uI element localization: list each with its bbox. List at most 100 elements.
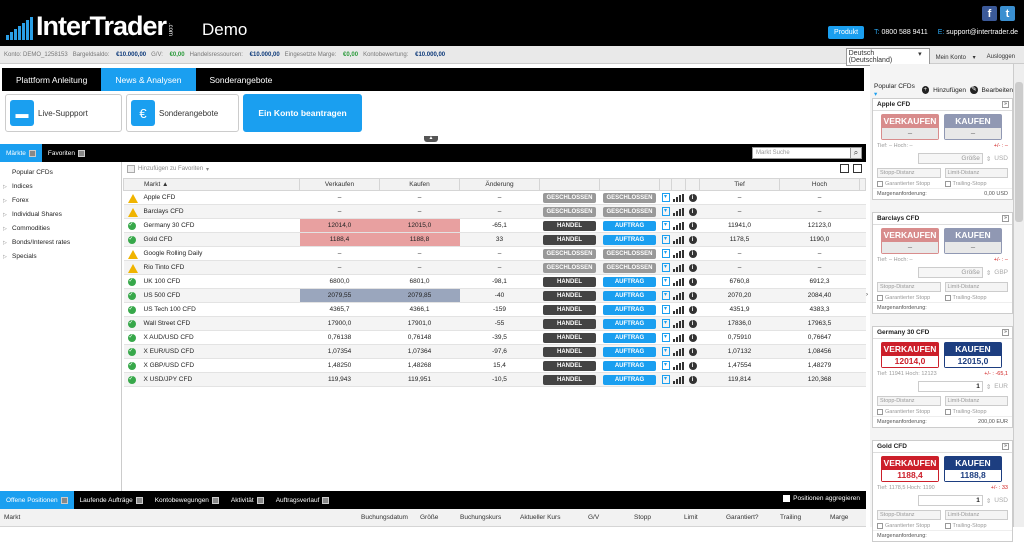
stepper-icon[interactable]: ⇕ <box>986 155 991 163</box>
chart-icon[interactable] <box>673 263 684 272</box>
market-name[interactable]: US 500 CFD <box>123 288 300 303</box>
info-icon[interactable]: i <box>688 263 697 272</box>
market-name[interactable]: Germany 30 CFD <box>123 218 300 233</box>
market-name[interactable]: Rio Tinto CFD <box>123 260 300 275</box>
buy-button[interactable]: KAUFEN – <box>944 228 1002 254</box>
buy-price[interactable]: 0,76148 <box>379 330 460 345</box>
tab-activity[interactable]: Aktivität <box>225 491 270 509</box>
collapse-icon[interactable]: » <box>1002 329 1009 336</box>
stepper-icon[interactable]: ⇕ <box>986 269 991 277</box>
buy-price[interactable]: 1,07364 <box>379 344 460 359</box>
dropdown-icon[interactable]: ▾ <box>661 361 670 370</box>
buy-price[interactable]: 17901,0 <box>379 316 460 331</box>
buy-price[interactable]: – <box>379 260 460 275</box>
tab-news-analysis[interactable]: News & Analysen <box>101 68 196 91</box>
limit-distance-input[interactable]: Limit-Distanz <box>944 282 1008 292</box>
dropdown-icon[interactable]: ▾ <box>661 263 670 272</box>
sell-price[interactable]: – <box>299 260 380 275</box>
table-row[interactable]: Germany 30 CFD12014,012015,0-65,1HANDEL A… <box>123 218 866 233</box>
order-button[interactable]: AUFTRAG <box>603 276 656 287</box>
dropdown-icon[interactable]: ▾ <box>661 235 670 244</box>
open-account-button[interactable]: Ein Konto beantragen <box>243 94 362 132</box>
col-change[interactable]: Änderung <box>459 178 540 191</box>
add-to-favorites[interactable]: Hinzufügen zu Favoriten ▾ <box>127 165 209 173</box>
order-button[interactable]: AUFTRAG <box>603 346 656 357</box>
trade-button[interactable]: HANDEL <box>543 360 596 371</box>
buy-price[interactable]: 6801,0 <box>379 274 460 289</box>
order-button[interactable]: AUFTRAG <box>603 290 656 301</box>
buy-button[interactable]: KAUFEN 12015,0 <box>944 342 1002 368</box>
market-name[interactable]: Barclays CFD <box>123 204 300 219</box>
order-button[interactable]: GESCHLOSSEN <box>603 192 656 203</box>
market-name[interactable]: Apple CFD <box>123 190 300 205</box>
dropdown-icon[interactable]: ▾ <box>661 221 670 230</box>
sell-price[interactable]: 12014,0 <box>299 218 380 233</box>
market-name[interactable]: Gold CFD <box>123 232 300 247</box>
chart-icon[interactable] <box>673 221 684 230</box>
table-row[interactable]: X USD/JPY CFD119,943119,951-10,5HANDEL AU… <box>123 372 866 387</box>
trade-button[interactable]: HANDEL <box>543 346 596 357</box>
buy-price[interactable]: 1188,8 <box>379 232 460 247</box>
size-input[interactable]: 1 <box>918 381 983 392</box>
order-button[interactable]: AUFTRAG <box>603 374 656 385</box>
limit-distance-input[interactable]: Limit-Distanz <box>944 168 1008 178</box>
order-button[interactable]: AUFTRAG <box>603 332 656 343</box>
stepper-icon[interactable]: ⇕ <box>986 383 991 391</box>
dropdown-icon[interactable]: ▾ <box>661 193 670 202</box>
collapse-handle[interactable]: ▲ <box>424 136 438 142</box>
tab-order-history[interactable]: Auftragsverlauf <box>270 491 336 509</box>
table-row[interactable]: Wall Street CFD17900,017901,0-55HANDEL AU… <box>123 316 866 331</box>
sell-price[interactable]: – <box>299 246 380 261</box>
trade-button[interactable]: GESCHLOSSEN <box>543 206 596 217</box>
info-icon[interactable]: i <box>688 347 697 356</box>
my-account-menu[interactable]: Mein Konto ▾ <box>936 54 976 61</box>
info-icon[interactable]: i <box>688 291 697 300</box>
trade-button[interactable]: HANDEL <box>543 318 596 329</box>
table-row[interactable]: US 500 CFD2079,552079,85-40HANDEL AUFTRAG… <box>123 288 866 303</box>
special-offers-tile[interactable]: € Sonderangebote <box>126 94 239 132</box>
guaranteed-stop-checkbox[interactable]: Garantierter Stopp <box>877 181 941 187</box>
collapse-icon[interactable]: » <box>1002 215 1009 222</box>
dropdown-icon[interactable]: ▾ <box>661 347 670 356</box>
collapse-icon[interactable]: » <box>1002 443 1009 450</box>
add-button[interactable]: Hinzufügen <box>933 87 966 94</box>
info-icon[interactable]: i <box>688 193 697 202</box>
sell-price[interactable]: 1188,4 <box>299 232 380 247</box>
order-button[interactable]: AUFTRAG <box>603 318 656 329</box>
trailing-stop-checkbox[interactable]: Trailing-Stopp <box>944 523 1009 529</box>
buy-price[interactable]: – <box>379 204 460 219</box>
trade-button[interactable]: GESCHLOSSEN <box>543 262 596 273</box>
stop-distance-input[interactable]: Stopp-Distanz <box>877 282 941 292</box>
info-icon[interactable]: i <box>688 319 697 328</box>
tree-item-shares[interactable]: Individual Shares <box>0 208 121 222</box>
tree-item-specials[interactable]: Specials <box>0 250 121 264</box>
size-input[interactable]: 1 <box>918 495 983 506</box>
size-input[interactable]: Größe <box>918 267 983 278</box>
logout-link[interactable]: Ausloggen <box>987 54 1015 60</box>
col-market[interactable]: Markt ▲ <box>123 178 300 191</box>
info-icon[interactable]: i <box>688 235 697 244</box>
order-button[interactable]: AUFTRAG <box>603 360 656 371</box>
tree-item-indices[interactable]: Indices <box>0 180 121 194</box>
order-button[interactable]: GESCHLOSSEN <box>603 206 656 217</box>
scrollbar-thumb[interactable] <box>1015 82 1023 222</box>
trade-button[interactable]: GESCHLOSSEN <box>543 248 596 259</box>
buy-price[interactable]: 119,951 <box>379 372 460 387</box>
tree-item-forex[interactable]: Forex <box>0 194 121 208</box>
tab-open-positions[interactable]: Offene Positionen <box>0 491 74 509</box>
chart-icon[interactable] <box>673 319 684 328</box>
sell-button[interactable]: VERKAUFEN 1188,4 <box>881 456 939 482</box>
market-search-input[interactable]: Markt Suche ⌕ <box>752 147 862 159</box>
dropdown-icon[interactable]: ▾ <box>661 333 670 342</box>
buy-price[interactable]: 1,48268 <box>379 358 460 373</box>
live-support-tile[interactable]: ▬ Live-Suppport <box>5 94 122 132</box>
chart-icon[interactable] <box>673 361 684 370</box>
collapse-icon[interactable]: » <box>1002 101 1009 108</box>
sell-price[interactable]: 0,76138 <box>299 330 380 345</box>
sell-button[interactable]: VERKAUFEN – <box>881 114 939 140</box>
trade-button[interactable]: HANDEL <box>543 220 596 231</box>
chart-icon[interactable] <box>673 305 684 314</box>
trade-button[interactable]: HANDEL <box>543 234 596 245</box>
produkt-button[interactable]: Produkt <box>827 26 865 39</box>
dropdown-icon[interactable]: ▾ <box>661 207 670 216</box>
